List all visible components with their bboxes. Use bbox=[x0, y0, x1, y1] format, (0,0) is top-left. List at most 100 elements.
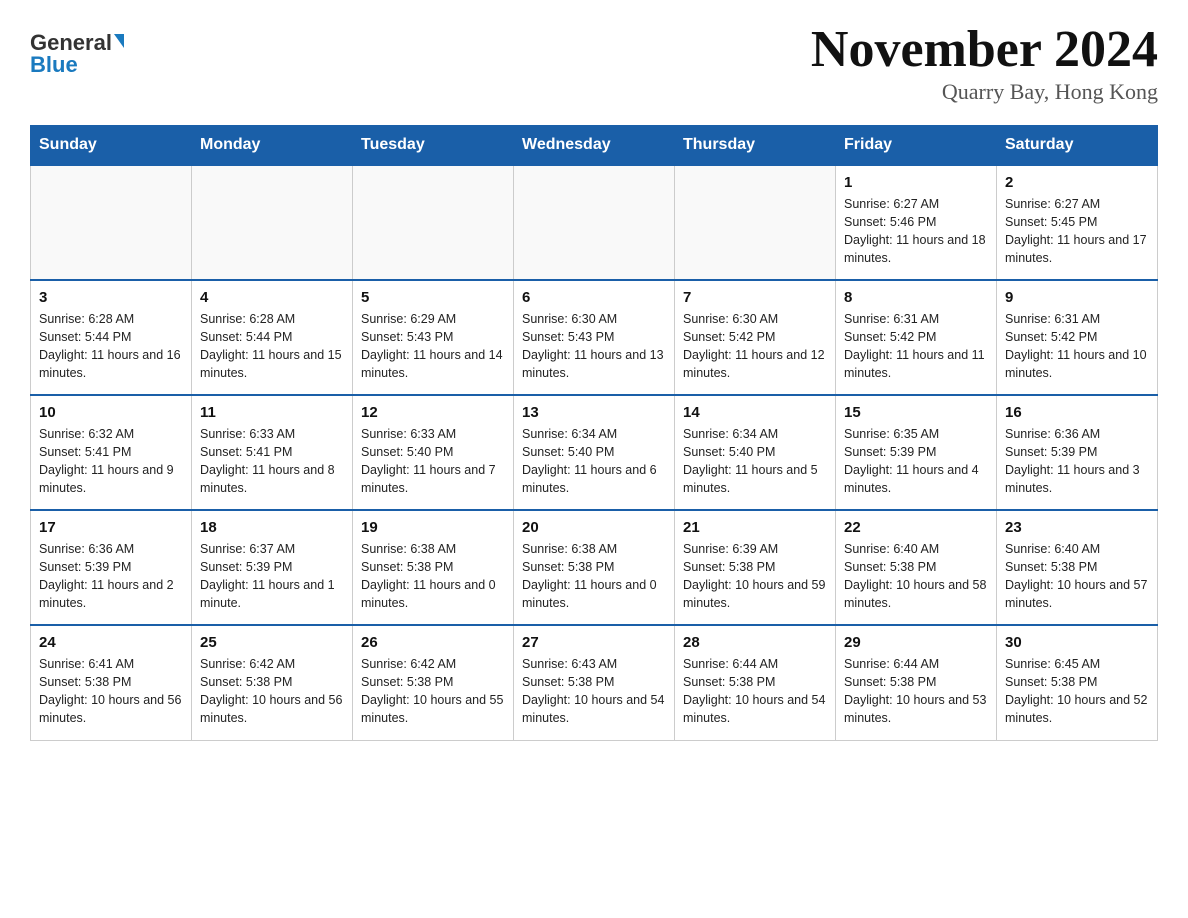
day-cell: 17 Sunrise: 6:36 AM Sunset: 5:39 PM Dayli… bbox=[31, 510, 192, 625]
day-number: 15 bbox=[844, 404, 988, 421]
day-number: 29 bbox=[844, 634, 988, 651]
day-info: Sunrise: 6:36 AM Sunset: 5:39 PM Dayligh… bbox=[39, 540, 183, 613]
day-number: 17 bbox=[39, 519, 183, 536]
day-info: Sunrise: 6:28 AM Sunset: 5:44 PM Dayligh… bbox=[39, 310, 183, 383]
page-header: General Blue November 2024 Quarry Bay, H… bbox=[30, 20, 1158, 105]
day-cell: 11 Sunrise: 6:33 AM Sunset: 5:41 PM Dayli… bbox=[192, 395, 353, 510]
day-cell: 29 Sunrise: 6:44 AM Sunset: 5:38 PM Dayli… bbox=[836, 625, 997, 740]
day-number: 4 bbox=[200, 289, 344, 306]
day-info: Sunrise: 6:40 AM Sunset: 5:38 PM Dayligh… bbox=[844, 540, 988, 613]
day-info: Sunrise: 6:44 AM Sunset: 5:38 PM Dayligh… bbox=[683, 655, 827, 728]
day-cell: 15Sunrise: 6:35 AM Sunset: 5:39 PM Dayli… bbox=[836, 395, 997, 510]
day-info: Sunrise: 6:43 AM Sunset: 5:38 PM Dayligh… bbox=[522, 655, 666, 728]
day-cell: 23Sunrise: 6:40 AM Sunset: 5:38 PM Dayli… bbox=[997, 510, 1158, 625]
day-cell: 30Sunrise: 6:45 AM Sunset: 5:38 PM Dayli… bbox=[997, 625, 1158, 740]
day-cell bbox=[514, 165, 675, 280]
page-subtitle: Quarry Bay, Hong Kong bbox=[811, 79, 1158, 105]
day-cell: 6 Sunrise: 6:30 AM Sunset: 5:43 PM Daylig… bbox=[514, 280, 675, 395]
logo-blue-label: Blue bbox=[30, 52, 78, 77]
week-row-1: 1 Sunrise: 6:27 AM Sunset: 5:46 PM Daylig… bbox=[31, 165, 1158, 280]
day-info: Sunrise: 6:38 AM Sunset: 5:38 PM Dayligh… bbox=[522, 540, 666, 613]
day-number: 9 bbox=[1005, 289, 1149, 306]
day-number: 14 bbox=[683, 404, 827, 421]
column-header-sunday: Sunday bbox=[31, 126, 192, 166]
day-info: Sunrise: 6:30 AM Sunset: 5:42 PM Dayligh… bbox=[683, 310, 827, 383]
day-cell: 27 Sunrise: 6:43 AM Sunset: 5:38 PM Dayli… bbox=[514, 625, 675, 740]
page-title: November 2024 bbox=[811, 20, 1158, 79]
day-info: Sunrise: 6:30 AM Sunset: 5:43 PM Dayligh… bbox=[522, 310, 666, 383]
column-header-monday: Monday bbox=[192, 126, 353, 166]
day-info: Sunrise: 6:37 AM Sunset: 5:39 PM Dayligh… bbox=[200, 540, 344, 613]
column-header-thursday: Thursday bbox=[675, 126, 836, 166]
column-header-wednesday: Wednesday bbox=[514, 126, 675, 166]
day-cell bbox=[675, 165, 836, 280]
day-number: 24 bbox=[39, 634, 183, 651]
day-number: 28 bbox=[683, 634, 827, 651]
day-info: Sunrise: 6:34 AM Sunset: 5:40 PM Dayligh… bbox=[522, 425, 666, 498]
day-info: Sunrise: 6:33 AM Sunset: 5:40 PM Dayligh… bbox=[361, 425, 505, 498]
day-number: 7 bbox=[683, 289, 827, 306]
day-info: Sunrise: 6:42 AM Sunset: 5:38 PM Dayligh… bbox=[361, 655, 505, 728]
day-info: Sunrise: 6:31 AM Sunset: 5:42 PM Dayligh… bbox=[1005, 310, 1149, 383]
day-number: 5 bbox=[361, 289, 505, 306]
day-number: 27 bbox=[522, 634, 666, 651]
logo-arrow-icon bbox=[114, 34, 124, 48]
day-number: 18 bbox=[200, 519, 344, 536]
day-cell: 28 Sunrise: 6:44 AM Sunset: 5:38 PM Dayli… bbox=[675, 625, 836, 740]
column-header-tuesday: Tuesday bbox=[353, 126, 514, 166]
day-cell: 9 Sunrise: 6:31 AM Sunset: 5:42 PM Daylig… bbox=[997, 280, 1158, 395]
day-cell: 3 Sunrise: 6:28 AM Sunset: 5:44 PM Daylig… bbox=[31, 280, 192, 395]
day-cell: 5Sunrise: 6:29 AM Sunset: 5:43 PM Daylig… bbox=[353, 280, 514, 395]
week-row-5: 24 Sunrise: 6:41 AM Sunset: 5:38 PM Dayli… bbox=[31, 625, 1158, 740]
day-cell: 20Sunrise: 6:38 AM Sunset: 5:38 PM Dayli… bbox=[514, 510, 675, 625]
week-row-4: 17 Sunrise: 6:36 AM Sunset: 5:39 PM Dayli… bbox=[31, 510, 1158, 625]
day-cell: 16 Sunrise: 6:36 AM Sunset: 5:39 PM Dayli… bbox=[997, 395, 1158, 510]
day-cell: 10Sunrise: 6:32 AM Sunset: 5:41 PM Dayli… bbox=[31, 395, 192, 510]
day-info: Sunrise: 6:38 AM Sunset: 5:38 PM Dayligh… bbox=[361, 540, 505, 613]
column-header-saturday: Saturday bbox=[997, 126, 1158, 166]
day-number: 16 bbox=[1005, 404, 1149, 421]
day-cell: 7 Sunrise: 6:30 AM Sunset: 5:42 PM Daylig… bbox=[675, 280, 836, 395]
week-row-2: 3 Sunrise: 6:28 AM Sunset: 5:44 PM Daylig… bbox=[31, 280, 1158, 395]
day-cell: 24 Sunrise: 6:41 AM Sunset: 5:38 PM Dayli… bbox=[31, 625, 192, 740]
day-cell: 4 Sunrise: 6:28 AM Sunset: 5:44 PM Daylig… bbox=[192, 280, 353, 395]
day-cell: 12 Sunrise: 6:33 AM Sunset: 5:40 PM Dayli… bbox=[353, 395, 514, 510]
day-number: 30 bbox=[1005, 634, 1149, 651]
day-info: Sunrise: 6:27 AM Sunset: 5:46 PM Dayligh… bbox=[844, 195, 988, 268]
day-cell: 13 Sunrise: 6:34 AM Sunset: 5:40 PM Dayli… bbox=[514, 395, 675, 510]
day-cell bbox=[31, 165, 192, 280]
day-cell: 1 Sunrise: 6:27 AM Sunset: 5:46 PM Daylig… bbox=[836, 165, 997, 280]
day-info: Sunrise: 6:33 AM Sunset: 5:41 PM Dayligh… bbox=[200, 425, 344, 498]
day-number: 3 bbox=[39, 289, 183, 306]
day-number: 25 bbox=[200, 634, 344, 651]
day-number: 21 bbox=[683, 519, 827, 536]
day-number: 6 bbox=[522, 289, 666, 306]
day-number: 11 bbox=[200, 404, 344, 421]
day-info: Sunrise: 6:31 AM Sunset: 5:42 PM Dayligh… bbox=[844, 310, 988, 383]
day-number: 1 bbox=[844, 174, 988, 191]
day-cell: 25 Sunrise: 6:42 AM Sunset: 5:38 PM Dayli… bbox=[192, 625, 353, 740]
calendar-header: SundayMondayTuesdayWednesdayThursdayFrid… bbox=[31, 126, 1158, 166]
day-cell: 8Sunrise: 6:31 AM Sunset: 5:42 PM Daylig… bbox=[836, 280, 997, 395]
calendar-table: SundayMondayTuesdayWednesdayThursdayFrid… bbox=[30, 125, 1158, 741]
header-row: SundayMondayTuesdayWednesdayThursdayFrid… bbox=[31, 126, 1158, 166]
day-number: 2 bbox=[1005, 174, 1149, 191]
day-cell: 21 Sunrise: 6:39 AM Sunset: 5:38 PM Dayli… bbox=[675, 510, 836, 625]
day-info: Sunrise: 6:39 AM Sunset: 5:38 PM Dayligh… bbox=[683, 540, 827, 613]
day-cell bbox=[353, 165, 514, 280]
calendar-body: 1 Sunrise: 6:27 AM Sunset: 5:46 PM Daylig… bbox=[31, 165, 1158, 740]
day-cell: 2Sunrise: 6:27 AM Sunset: 5:45 PM Daylig… bbox=[997, 165, 1158, 280]
day-number: 23 bbox=[1005, 519, 1149, 536]
day-number: 13 bbox=[522, 404, 666, 421]
day-cell: 19Sunrise: 6:38 AM Sunset: 5:38 PM Dayli… bbox=[353, 510, 514, 625]
week-row-3: 10Sunrise: 6:32 AM Sunset: 5:41 PM Dayli… bbox=[31, 395, 1158, 510]
day-number: 26 bbox=[361, 634, 505, 651]
day-info: Sunrise: 6:42 AM Sunset: 5:38 PM Dayligh… bbox=[200, 655, 344, 728]
day-info: Sunrise: 6:44 AM Sunset: 5:38 PM Dayligh… bbox=[844, 655, 988, 728]
logo: General Blue bbox=[30, 30, 124, 78]
day-info: Sunrise: 6:34 AM Sunset: 5:40 PM Dayligh… bbox=[683, 425, 827, 498]
day-number: 12 bbox=[361, 404, 505, 421]
day-info: Sunrise: 6:41 AM Sunset: 5:38 PM Dayligh… bbox=[39, 655, 183, 728]
day-info: Sunrise: 6:28 AM Sunset: 5:44 PM Dayligh… bbox=[200, 310, 344, 383]
day-info: Sunrise: 6:36 AM Sunset: 5:39 PM Dayligh… bbox=[1005, 425, 1149, 498]
